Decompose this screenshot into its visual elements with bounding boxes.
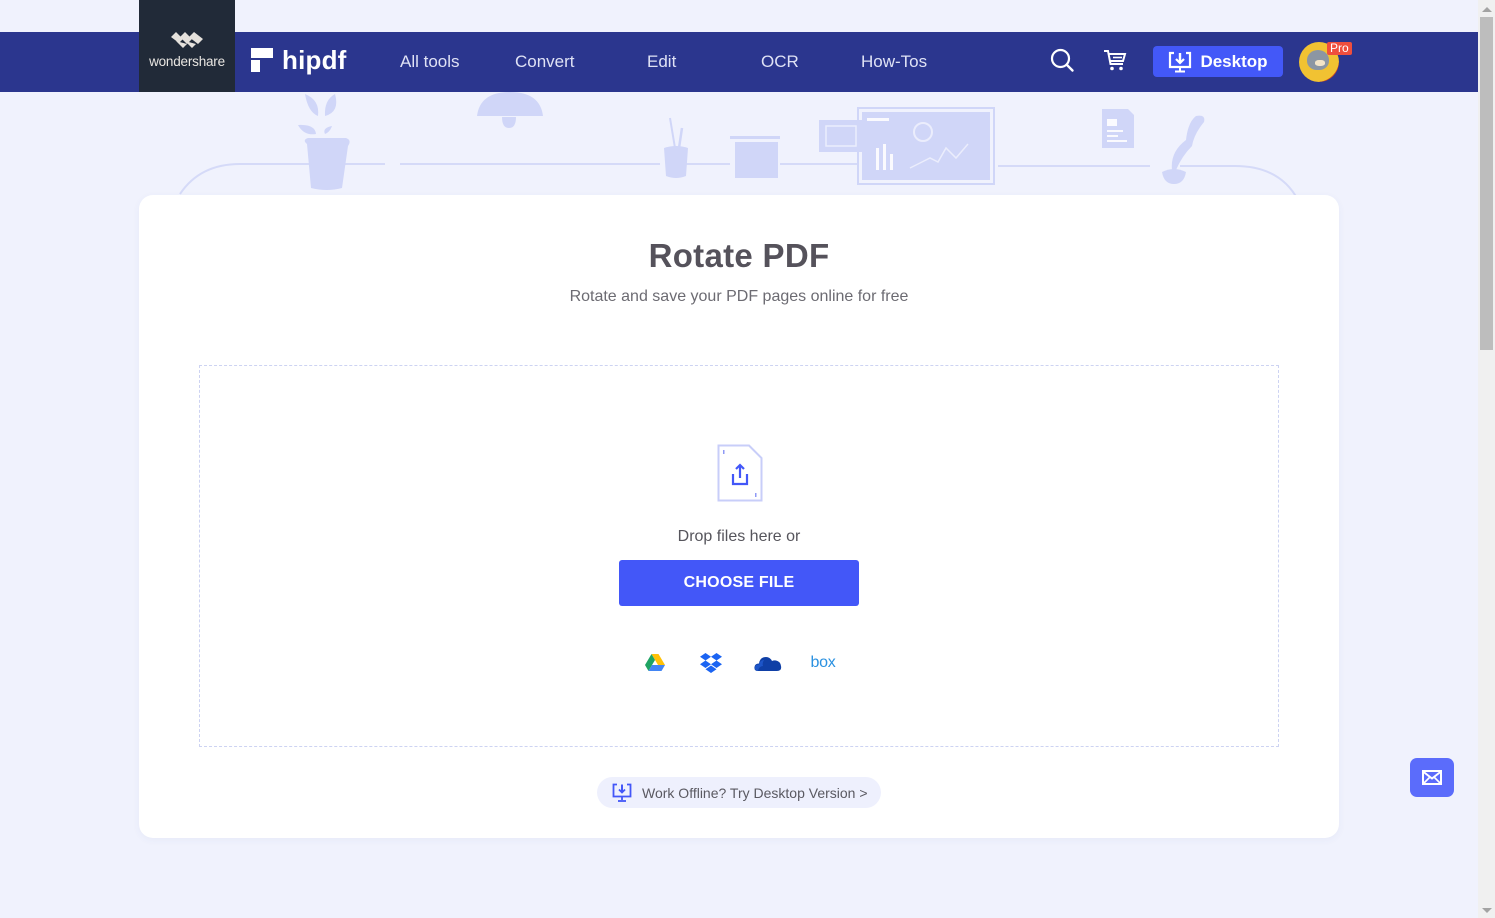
hipdf-label: hipdf: [282, 45, 347, 75]
desktop-download-button[interactable]: Desktop: [1153, 46, 1283, 77]
desktop-download-icon: [1169, 51, 1192, 72]
onedrive-button[interactable]: [753, 650, 783, 676]
dropbox-icon: [700, 653, 722, 673]
hipdf-mark-icon: [251, 48, 273, 72]
box-button[interactable]: box: [808, 650, 838, 676]
nav-all-tools[interactable]: All tools: [400, 32, 460, 92]
google-drive-icon: [645, 654, 665, 671]
work-offline-banner[interactable]: Work Offline? Try Desktop Version >: [597, 777, 881, 808]
onedrive-icon: [754, 657, 782, 671]
file-drop-zone[interactable]: Drop files here or CHOOSE FILE box: [199, 365, 1279, 747]
avatar-cartoon-image: [1307, 50, 1329, 70]
nav-how-tos[interactable]: How-Tos: [861, 32, 927, 92]
dropbox-button[interactable]: [698, 650, 724, 676]
nav-edit[interactable]: Edit: [647, 32, 676, 92]
desktop-button-label: Desktop: [1200, 51, 1268, 71]
hipdf-logo[interactable]: hipdf: [251, 46, 347, 74]
google-drive-button[interactable]: [642, 650, 668, 676]
search-icon[interactable]: [1049, 47, 1075, 73]
scroll-up-arrow-icon[interactable]: [1482, 7, 1492, 12]
page-title: Rotate PDF: [648, 237, 830, 274]
wondershare-logo-icon: [171, 32, 203, 48]
choose-file-button[interactable]: CHOOSE FILE: [619, 560, 859, 606]
wondershare-brand[interactable]: wondershare: [139, 0, 235, 92]
drop-files-text: Drop files here or: [677, 528, 801, 545]
desktop-download-icon: [612, 783, 632, 802]
cloud-sources: box: [200, 650, 1278, 676]
upload-file-icon: [717, 444, 763, 502]
nav-convert[interactable]: Convert: [515, 32, 575, 92]
feedback-mail-button[interactable]: [1410, 758, 1454, 797]
cart-icon[interactable]: [1102, 47, 1128, 73]
box-icon: box: [810, 654, 836, 671]
scrollbar-thumb[interactable]: [1480, 17, 1493, 350]
wondershare-label: wondershare: [149, 54, 225, 69]
main-card: Rotate PDF Rotate and save your PDF page…: [139, 195, 1339, 838]
mail-icon: [1422, 770, 1442, 785]
page-subtitle: Rotate and save your PDF pages online fo…: [569, 288, 909, 305]
work-offline-label: Work Offline? Try Desktop Version >: [642, 784, 868, 801]
vertical-scrollbar[interactable]: [1478, 0, 1495, 918]
nav-ocr[interactable]: OCR: [761, 32, 799, 92]
scroll-down-arrow-icon[interactable]: [1482, 908, 1492, 913]
pro-badge: Pro: [1327, 42, 1352, 55]
header-illustration: [179, 92, 1299, 201]
